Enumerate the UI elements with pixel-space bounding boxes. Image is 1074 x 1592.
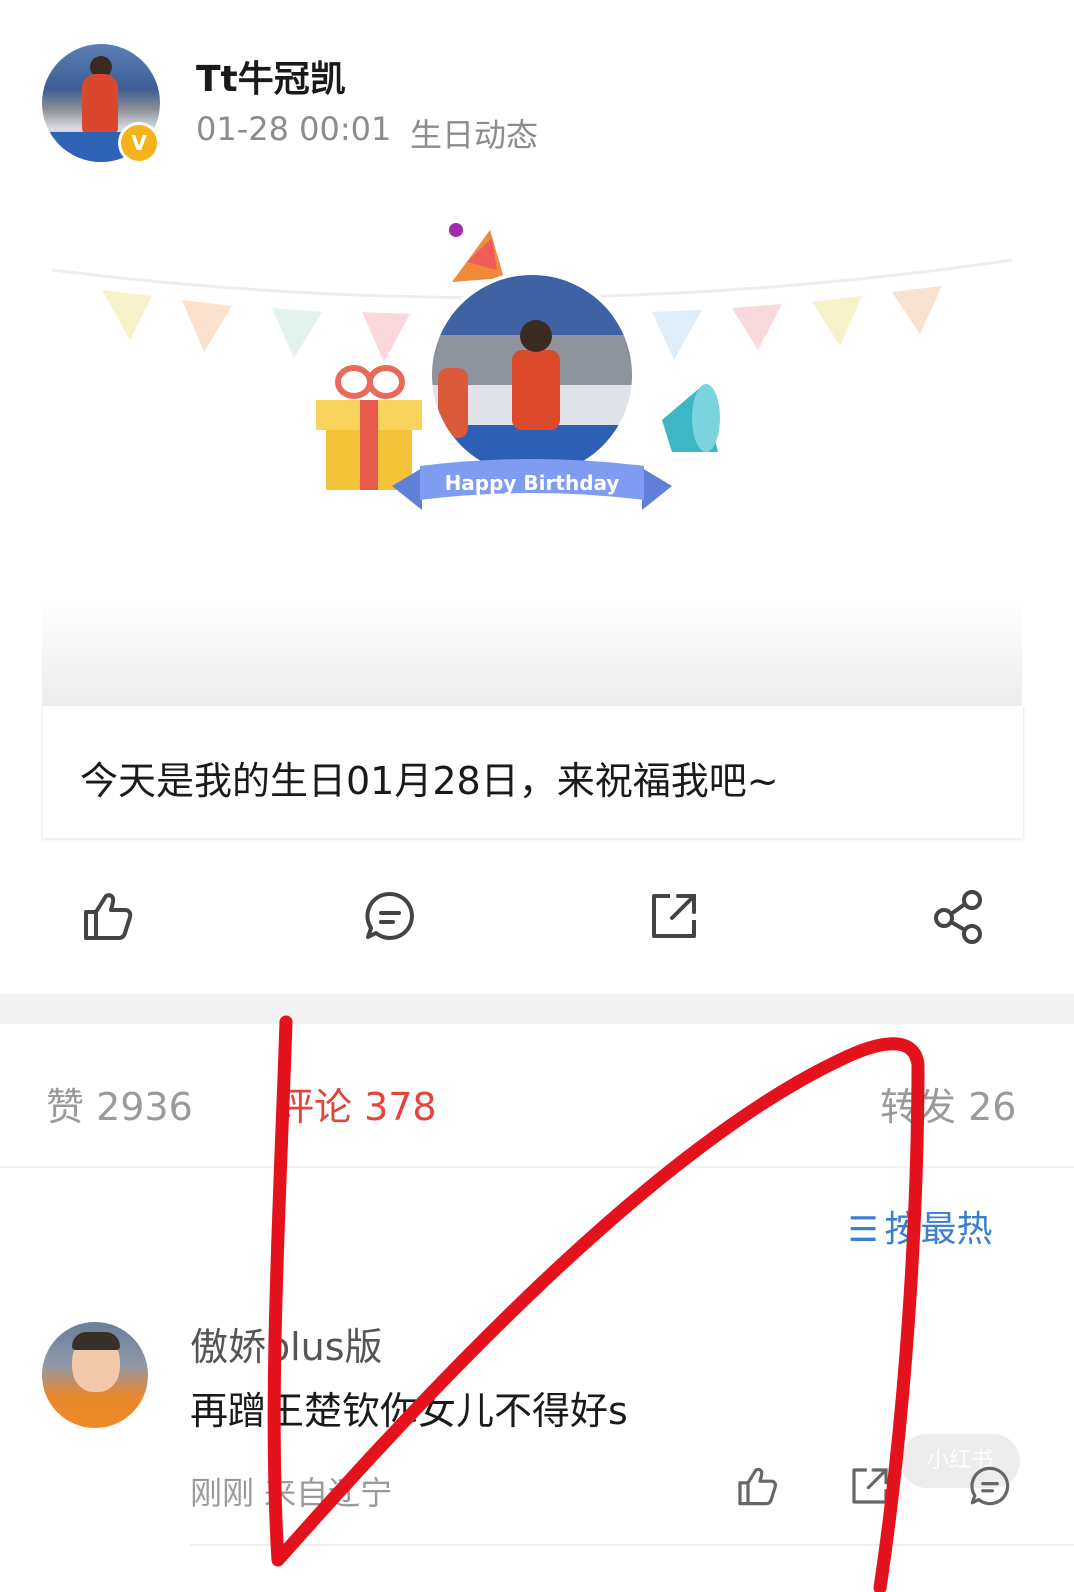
comment-username[interactable]: 傲娇plus版: [190, 1316, 383, 1371]
thumbs-up-icon: [84, 893, 133, 940]
author-name[interactable]: Tt牛冠凯: [196, 50, 346, 102]
comment-divider: [190, 1544, 1074, 1546]
share-nodes-icon: [934, 890, 982, 944]
comment-bubble-icon: [365, 891, 414, 940]
like-button[interactable]: [76, 886, 136, 946]
sort-label: 按最热: [884, 1209, 993, 1250]
sort-lines-icon: ☰: [848, 1210, 879, 1250]
tab-reposts[interactable]: 转发 26: [880, 1076, 1016, 1131]
share-box-icon: [652, 894, 696, 938]
comment-like-button[interactable]: [732, 1462, 780, 1510]
share-box-icon: [852, 1468, 888, 1504]
commenter-avatar[interactable]: [42, 1322, 148, 1428]
post-tag: 生日动态: [410, 116, 539, 154]
share-button[interactable]: [928, 886, 988, 946]
section-divider: [0, 994, 1074, 1024]
card-fade: [42, 600, 1022, 706]
comment-button[interactable]: [360, 886, 420, 946]
verified-badge: V: [118, 122, 160, 164]
comment-bubble-icon: [970, 1466, 1010, 1506]
comment-repost-button[interactable]: [846, 1462, 894, 1510]
card-caption: 今天是我的生日01月28日，来祝福我吧~: [80, 759, 779, 803]
post-time: 01-28 00:01: [196, 110, 392, 148]
tabs-divider: [0, 1166, 1074, 1168]
thumbs-up-icon: [738, 1467, 777, 1506]
sort-button[interactable]: ☰ 按最热: [848, 1200, 993, 1252]
tab-comments[interactable]: 评论 378: [276, 1076, 437, 1131]
comment-meta: 刚刚 来自辽宁: [190, 1474, 393, 1512]
repost-button[interactable]: [644, 886, 704, 946]
tab-likes[interactable]: 赞 2936: [46, 1076, 193, 1131]
comment-reply-button[interactable]: [966, 1462, 1014, 1510]
happy-birthday-banner: Happy Birthday: [445, 471, 620, 495]
comment-text: 再蹭王楚钦你女儿不得好s: [190, 1389, 628, 1433]
